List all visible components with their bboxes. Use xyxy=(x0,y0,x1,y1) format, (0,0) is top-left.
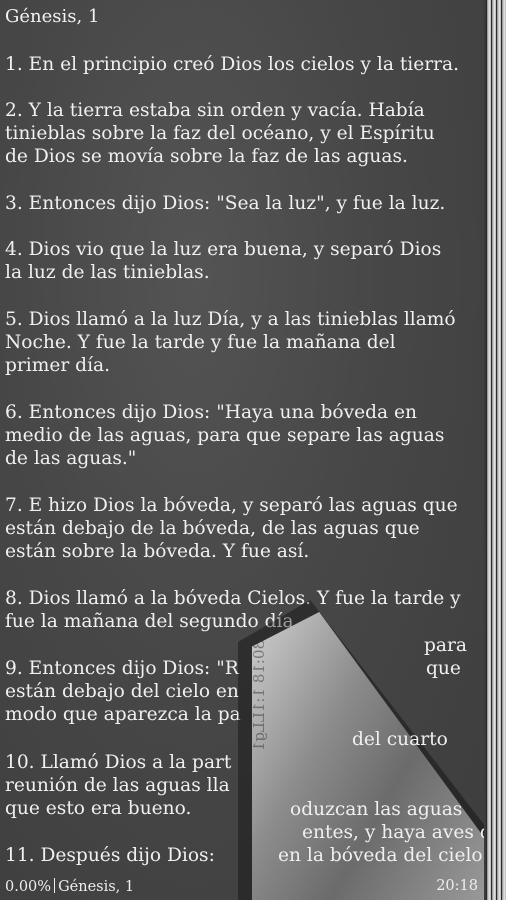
footer-book: Génesis, 1 xyxy=(58,879,135,895)
footer-location: 0.00% Génesis, 1 xyxy=(5,878,134,895)
next-page-fragment-5: entes, y haya aves que xyxy=(302,822,484,843)
next-page-fragment-3: del cuarto xyxy=(352,729,448,750)
footer-clock: 20:18 xyxy=(436,878,478,894)
verse-3: 3. Entonces dijo Dios: "Sea la luz", y f… xyxy=(5,193,446,214)
next-page-fragment-1: para xyxy=(424,635,467,656)
chapter-title: Génesis, 1 xyxy=(5,6,100,27)
next-page-fragment-4: oduzcan las aguas xyxy=(290,799,463,820)
reading-progress: 0.00% xyxy=(5,879,52,895)
verse-1: 1. En el principio creó Dios los cielos … xyxy=(5,54,460,75)
status-footer: 0.00% Génesis, 1 20:18 xyxy=(0,876,484,900)
next-page-fragment-2: que xyxy=(426,658,461,679)
reader-page[interactable]: Génesis, 1 1. En el principio creó Dios … xyxy=(0,0,484,900)
verse-7: 7. E hizo Dios la bóveda, y separó las a… xyxy=(5,495,458,562)
verse-4: 4. Dios vio que la luz era buena, y sepa… xyxy=(5,239,442,283)
verse-5: 5. Dios llamó a la luz Día, y a las tini… xyxy=(5,309,456,376)
footer-separator xyxy=(54,878,56,893)
next-page-fragment-6: en la bóveda del cielo." xyxy=(278,845,484,866)
verse-8: 8. Dios llamó a la bóveda Cielos. Y fue … xyxy=(5,588,461,632)
verse-6: 6. Entonces dijo Dios: "Haya una bóveda … xyxy=(5,402,445,469)
verse-2: 2. Y la tierra estaba sin orden y vacía.… xyxy=(5,100,435,167)
page-stack-edge-4 xyxy=(501,0,506,900)
page-curl-backside-text: 30:18 1:1LLg1 xyxy=(250,640,268,752)
